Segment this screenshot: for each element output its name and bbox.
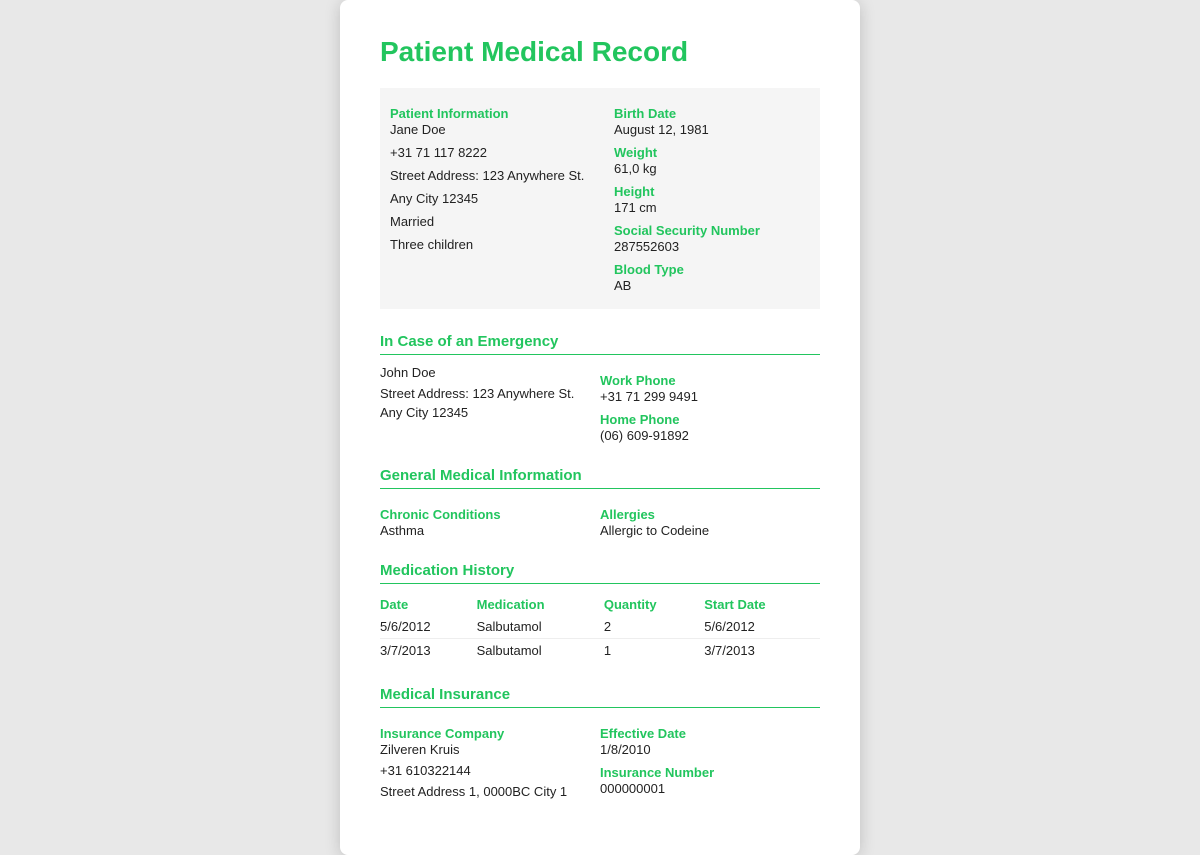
allergies-value: Allergic to Codeine [600,523,820,538]
insurance-company-label: Insurance Company [380,726,600,741]
height-value: 171 cm [614,200,810,215]
cell-start_date: 3/7/2013 [704,639,820,663]
page-title: Patient Medical Record [380,36,820,68]
col-medication: Medication [477,594,604,615]
weight-label: Weight [614,145,810,160]
emergency-section: In Case of an Emergency John Doe Street … [380,333,820,443]
emergency-right: Work Phone +31 71 299 9491 Home Phone (0… [600,365,820,443]
blood-type-label: Blood Type [614,262,810,277]
chronic-left: Chronic Conditions Asthma [380,499,600,538]
table-row: 3/7/2013Salbutamol13/7/2013 [380,639,820,663]
work-phone-value: +31 71 299 9491 [600,389,820,404]
birth-date-value: August 12, 1981 [614,122,810,137]
patient-info-left: Patient Information Jane Doe +31 71 117 … [380,88,600,309]
ssn-label: Social Security Number [614,223,810,238]
col-date: Date [380,594,477,615]
general-medical-label: General Medical Information [380,467,820,489]
insurance-number-value: 000000001 [600,781,820,796]
emergency-city: Any City 12345 [380,405,600,420]
insurance-left: Insurance Company Zilveren Kruis +31 610… [380,718,600,799]
patient-name: Jane Doe [390,122,586,137]
medication-history-label: Medication History [380,562,820,584]
allergies-label: Allergies [600,507,820,522]
emergency-left: John Doe Street Address: 123 Anywhere St… [380,365,600,443]
patient-vitals-right: Birth Date August 12, 1981 Weight 61,0 k… [600,88,820,309]
home-phone-value: (06) 609-91892 [600,428,820,443]
patient-city: Any City 12345 [390,191,586,206]
col-start-date: Start Date [704,594,820,615]
patient-info-section: Patient Information Jane Doe +31 71 117 … [380,88,820,309]
blood-type-value: AB [614,278,810,293]
effective-date-label: Effective Date [600,726,820,741]
cell-date: 5/6/2012 [380,615,477,639]
insurance-section: Medical Insurance Insurance Company Zilv… [380,686,820,799]
cell-quantity: 2 [604,615,704,639]
patient-phone: +31 71 117 8222 [390,145,586,160]
patient-children: Three children [390,237,586,252]
effective-date-value: 1/8/2010 [600,742,820,757]
emergency-grid: John Doe Street Address: 123 Anywhere St… [380,365,820,443]
work-phone-label: Work Phone [600,373,820,388]
cell-medication: Salbutamol [477,615,604,639]
cell-medication: Salbutamol [477,639,604,663]
general-medical-section: General Medical Information Chronic Cond… [380,467,820,538]
insurance-section-label: Medical Insurance [380,686,820,708]
emergency-section-label: In Case of an Emergency [380,333,820,355]
weight-value: 61,0 kg [614,161,810,176]
insurance-grid: Insurance Company Zilveren Kruis +31 610… [380,718,820,799]
medical-record-card: Patient Medical Record Patient Informati… [340,0,860,855]
patient-info-label: Patient Information [390,106,586,121]
allergies-right: Allergies Allergic to Codeine [600,499,820,538]
patient-marital-status: Married [390,214,586,229]
col-quantity: Quantity [604,594,704,615]
birth-date-label: Birth Date [614,106,810,121]
insurance-right: Effective Date 1/8/2010 Insurance Number… [600,718,820,799]
insurance-address: Street Address 1, 0000BC City 1 [380,784,600,799]
emergency-street: Street Address: 123 Anywhere St. [380,386,600,401]
medication-table: Date Medication Quantity Start Date 5/6/… [380,594,820,662]
table-row: 5/6/2012Salbutamol25/6/2012 [380,615,820,639]
emergency-name: John Doe [380,365,600,380]
ssn-value: 287552603 [614,239,810,254]
home-phone-label: Home Phone [600,412,820,427]
height-label: Height [614,184,810,199]
cell-quantity: 1 [604,639,704,663]
chronic-label: Chronic Conditions [380,507,600,522]
insurance-company-name: Zilveren Kruis [380,742,600,757]
cell-date: 3/7/2013 [380,639,477,663]
chronic-value: Asthma [380,523,600,538]
medication-table-header: Date Medication Quantity Start Date [380,594,820,615]
patient-info-grid: Patient Information Jane Doe +31 71 117 … [380,88,820,309]
insurance-phone: +31 610322144 [380,763,600,778]
medication-history-section: Medication History Date Medication Quant… [380,562,820,662]
patient-street: Street Address: 123 Anywhere St. [390,168,586,183]
insurance-number-label: Insurance Number [600,765,820,780]
general-medical-grid: Chronic Conditions Asthma Allergies Alle… [380,499,820,538]
cell-start_date: 5/6/2012 [704,615,820,639]
